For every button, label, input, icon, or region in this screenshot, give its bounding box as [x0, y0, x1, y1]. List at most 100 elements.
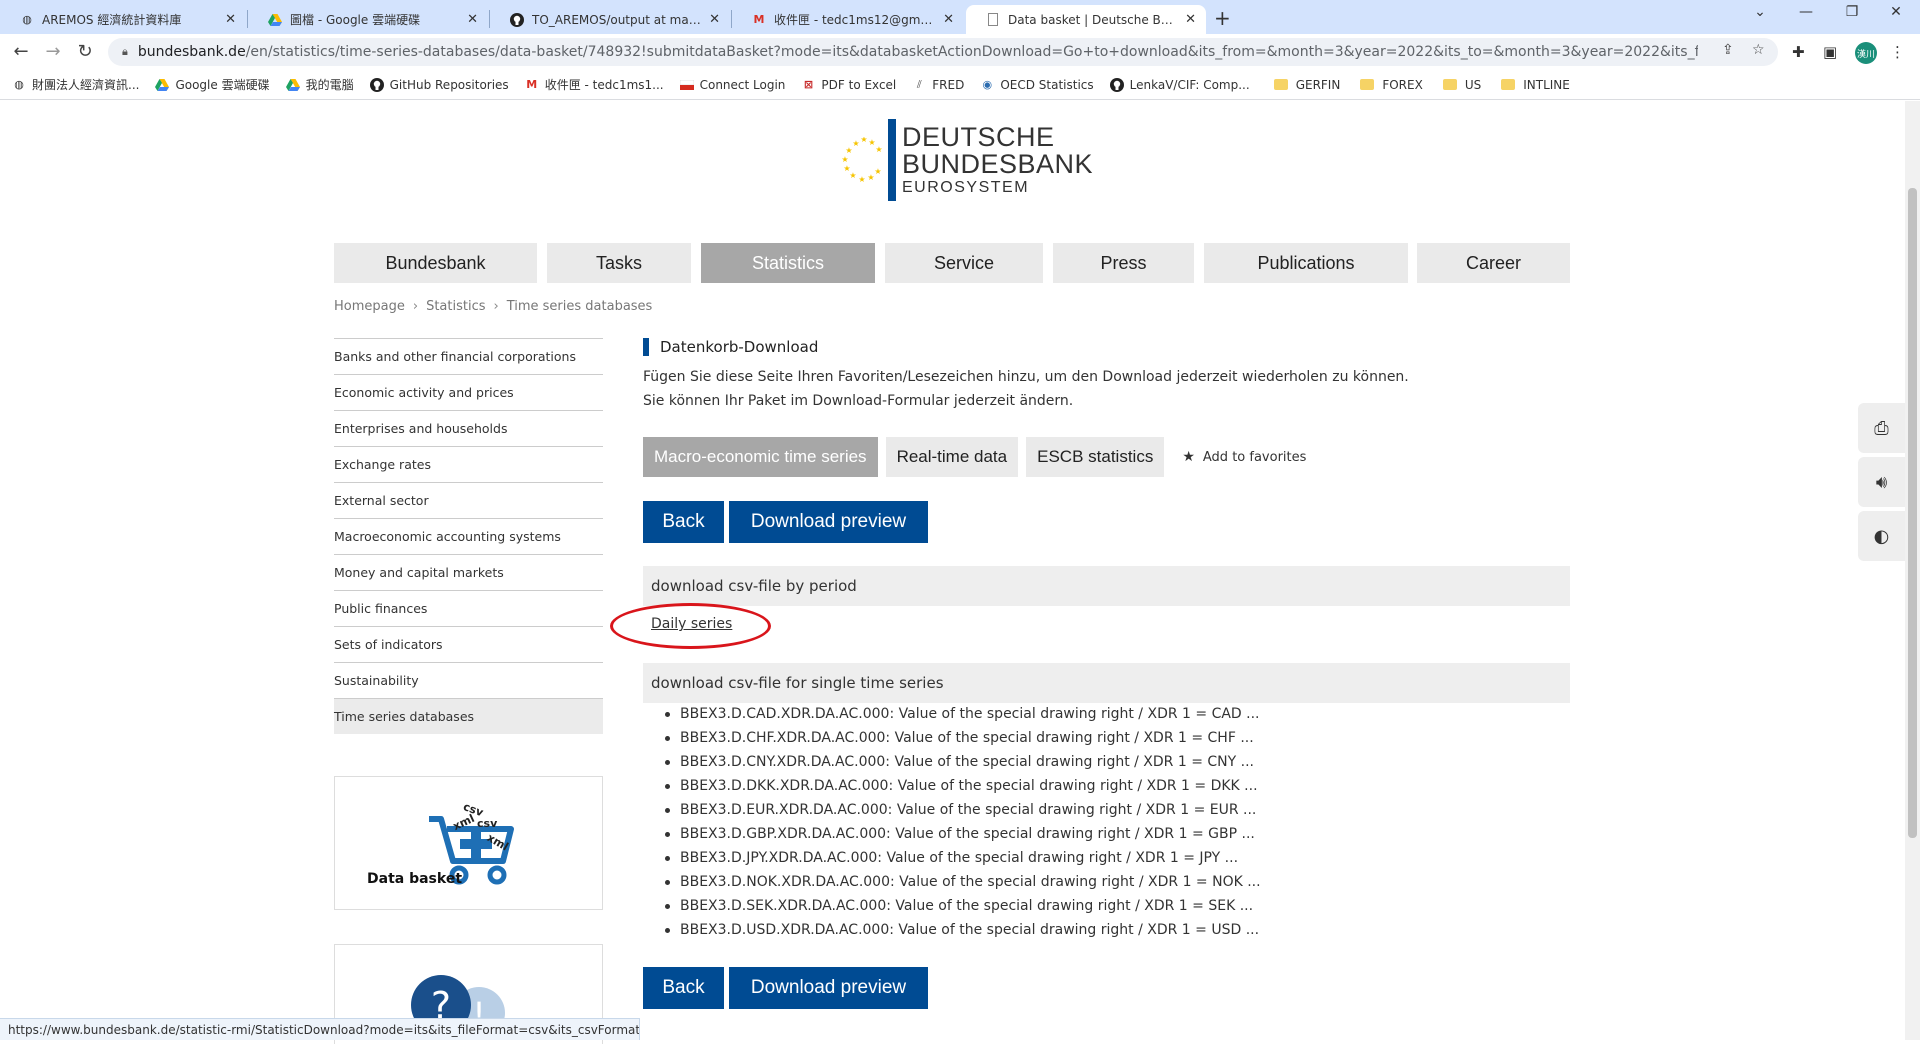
browser-tab-github[interactable]: TO_AREMOS/output at main · T ✕ [490, 5, 730, 34]
download-preview-button[interactable]: Download preview [729, 967, 928, 1009]
sidebar-item-external-sector[interactable]: External sector [334, 482, 603, 518]
sidebar-item-macroeconomic-accounting[interactable]: Macroeconomic accounting systems [334, 518, 603, 554]
bookmark-item[interactable]: M 收件匣 - tedc1ms1... [525, 76, 663, 93]
sidebar-item-exchange-rates[interactable]: Exchange rates [334, 446, 603, 482]
browser-tab-strip: ◍ AREMOS 經濟統計資料庫 ✕ 圖檔 - Google 雲端硬碟 ✕ TO… [0, 0, 1920, 34]
tab-real-time-data[interactable]: Real-time data [885, 437, 1019, 477]
browser-tab-drive[interactable]: 圖檔 - Google 雲端硬碟 ✕ [248, 5, 488, 34]
extensions-icon[interactable]: ✚ [1792, 43, 1805, 61]
share-icon[interactable]: ⇪ [1722, 42, 1734, 58]
bookmark-item[interactable]: ⊠ PDF to Excel [801, 78, 896, 92]
svg-text:csv: csv [477, 817, 498, 830]
bookmark-item[interactable]: Google 雲端硬碟 [155, 76, 270, 93]
sidebar-item-banks[interactable]: Banks and other financial corporations [334, 338, 603, 374]
google-drive-icon [268, 13, 282, 27]
nav-tasks[interactable]: Tasks [547, 243, 691, 283]
bookmark-item[interactable]: ◉ OECD Statistics [980, 78, 1094, 92]
close-tab-icon[interactable]: ✕ [709, 12, 720, 27]
back-button[interactable]: Back [643, 967, 724, 1009]
address-bar[interactable]: 🔒︎ bundesbank.de/en/statistics/time-seri… [108, 38, 1778, 66]
google-drive-icon [155, 78, 170, 92]
breadcrumb-statistics[interactable]: Statistics [426, 299, 485, 314]
bookmark-item[interactable]: ⫽ FRED [912, 78, 965, 92]
side-panel-icon[interactable]: ▣ [1823, 43, 1837, 61]
minimize-icon[interactable]: — [1786, 4, 1826, 20]
bookmark-item[interactable]: 我的電腦 [285, 76, 354, 93]
back-button[interactable]: Back [643, 501, 724, 543]
sidebar-item-enterprises[interactable]: Enterprises and households [334, 410, 603, 446]
print-icon[interactable]: ⎙ [1858, 403, 1905, 453]
back-arrow-icon[interactable]: ← [10, 41, 32, 62]
nav-service[interactable]: Service [885, 243, 1043, 283]
bookmark-item[interactable]: LenkaV/CIF: Comp... [1109, 77, 1250, 92]
restore-icon[interactable]: ❐ [1832, 4, 1872, 20]
list-item[interactable]: BBEX3.D.SEK.XDR.DA.AC.000: Value of the … [665, 894, 1261, 918]
single-series-heading: download csv-file for single time series [643, 663, 1570, 703]
gmail-icon: M [753, 13, 765, 26]
tab-escb-statistics[interactable]: ESCB statistics [1026, 437, 1165, 477]
contrast-icon[interactable]: ◐ [1858, 511, 1905, 561]
add-to-favorites-link[interactable]: ★ Add to favorites [1182, 449, 1306, 465]
nav-publications[interactable]: Publications [1204, 243, 1408, 283]
reload-icon[interactable]: ↻ [74, 41, 96, 62]
close-tab-icon[interactable]: ✕ [943, 12, 954, 27]
star-icon: ★ [1182, 449, 1195, 465]
bookmark-folder[interactable]: INTLINE [1501, 78, 1570, 92]
list-item[interactable]: BBEX3.D.DKK.XDR.DA.AC.000: Value of the … [665, 774, 1261, 798]
list-item[interactable]: BBEX3.D.CAD.XDR.DA.AC.000: Value of the … [665, 702, 1261, 726]
download-preview-button[interactable]: Download preview [729, 501, 928, 543]
speaker-icon[interactable]: 🔊︎ [1858, 457, 1905, 507]
accessibility-tools: ⎙ 🔊︎ ◐ [1858, 403, 1905, 565]
close-tab-icon[interactable]: ✕ [225, 12, 236, 27]
forward-arrow-icon[interactable]: → [42, 41, 64, 62]
browser-tab-aremos[interactable]: ◍ AREMOS 經濟統計資料庫 ✕ [0, 5, 246, 34]
bookmark-folder[interactable]: GERFIN [1273, 78, 1340, 92]
list-item[interactable]: BBEX3.D.JPY.XDR.DA.AC.000: Value of the … [665, 846, 1261, 870]
sidebar-item-indicators[interactable]: Sets of indicators [334, 626, 603, 662]
sidebar-item-public-finances[interactable]: Public finances [334, 590, 603, 626]
list-item[interactable]: BBEX3.D.CNY.XDR.DA.AC.000: Value of the … [665, 750, 1261, 774]
sidebar-item-time-series[interactable]: Time series databases [334, 698, 603, 734]
list-item[interactable]: BBEX3.D.CHF.XDR.DA.AC.000: Value of the … [665, 726, 1261, 750]
nav-press[interactable]: Press [1053, 243, 1194, 283]
bookmark-item[interactable]: Connect Login [679, 78, 785, 92]
browser-tab-gmail[interactable]: M 收件匣 - tedc1ms12@gmail.com ✕ [732, 5, 964, 34]
status-url-bar: https://www.bundesbank.de/statistic-rmi/… [0, 1018, 640, 1040]
breadcrumb-time-series[interactable]: Time series databases [507, 299, 653, 314]
list-item[interactable]: BBEX3.D.EUR.XDR.DA.AC.000: Value of the … [665, 798, 1261, 822]
browser-toolbar: ← → ↻ 🔒︎ bundesbank.de/en/statistics/tim… [0, 34, 1920, 70]
tab-search-icon[interactable]: ⌄ [1740, 4, 1780, 20]
profile-avatar[interactable]: 漢川 [1855, 42, 1877, 64]
list-item[interactable]: BBEX3.D.GBP.XDR.DA.AC.000: Value of the … [665, 822, 1261, 846]
document-icon [986, 13, 1000, 27]
data-basket-teaser[interactable]: csv xml csv xml Data basket [334, 776, 603, 910]
close-tab-icon[interactable]: ✕ [467, 12, 478, 27]
github-icon [1109, 77, 1124, 92]
sidebar-item-economic-activity[interactable]: Economic activity and prices [334, 374, 603, 410]
list-item[interactable]: BBEX3.D.NOK.XDR.DA.AC.000: Value of the … [665, 870, 1261, 894]
nav-bundesbank[interactable]: Bundesbank [334, 243, 537, 283]
bookmark-item[interactable]: GitHub Repositories [369, 77, 509, 92]
nav-career[interactable]: Career [1417, 243, 1570, 283]
bookmark-item[interactable]: ◍ 財團法人經濟資訊... [12, 76, 139, 93]
lock-icon[interactable]: 🔒︎ [122, 45, 128, 59]
breadcrumb-homepage[interactable]: Homepage [334, 299, 405, 314]
bookmarks-bar: ◍ 財團法人經濟資訊... Google 雲端硬碟 我的電腦 GitHub Rep… [0, 70, 1920, 100]
bookmark-folder[interactable]: FOREX [1360, 78, 1423, 92]
close-tab-icon[interactable]: ✕ [1185, 12, 1196, 27]
nav-statistics[interactable]: Statistics [701, 243, 875, 283]
sidebar-item-sustainability[interactable]: Sustainability [334, 662, 603, 698]
sidebar-item-money-capital[interactable]: Money and capital markets [334, 554, 603, 590]
browser-tab-databasket[interactable]: Data basket | Deutsche Bundes ✕ [966, 5, 1206, 34]
tab-macro-economic[interactable]: Macro-economic time series [643, 437, 878, 477]
new-tab-icon[interactable]: + [1214, 6, 1231, 30]
bundesbank-logo[interactable]: ★ ★ ★ ★ ★ ★ ★ ★ ★ ★ ★ DEUTSCHE BUNDESBAN… [840, 119, 1093, 201]
list-item[interactable]: BBEX3.D.USD.XDR.DA.AC.000: Value of the … [665, 918, 1261, 942]
close-window-icon[interactable]: ✕ [1876, 4, 1916, 20]
intro-text: Fügen Sie diese Seite Ihren Favoriten/Le… [643, 369, 1409, 409]
bookmark-folder[interactable]: US [1442, 78, 1481, 92]
bookmark-star-icon[interactable]: ☆ [1752, 42, 1765, 58]
scrollbar-thumb[interactable] [1908, 188, 1917, 838]
sidebar-navigation: Banks and other financial corporations E… [334, 338, 603, 734]
menu-kebab-icon[interactable]: ⋮ [1890, 43, 1905, 61]
